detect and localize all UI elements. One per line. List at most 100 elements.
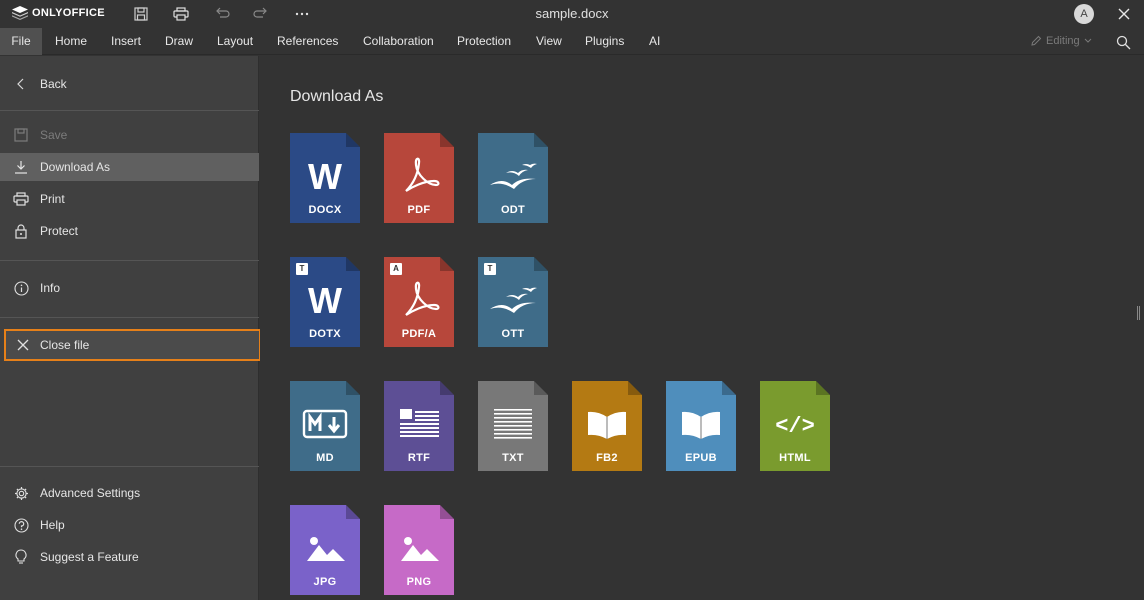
chevron-down-icon [1084, 38, 1091, 43]
redo-icon[interactable] [252, 5, 270, 23]
format-docx-button[interactable]: W DOCX [290, 133, 360, 223]
more-icon[interactable] [293, 5, 311, 23]
search-icon[interactable] [1114, 33, 1132, 51]
back-label: Back [40, 77, 67, 91]
menu-bar: File Home Insert Draw Layout References … [0, 28, 1144, 55]
save-label: Save [40, 128, 68, 142]
svg-text:W: W [308, 280, 342, 321]
suggest-feature-menu-item[interactable]: Suggest a Feature [0, 543, 259, 571]
app-logo: ONLYOFFICE [12, 6, 105, 20]
tab-protection[interactable]: Protection [457, 28, 511, 55]
close-file-label: Close file [40, 338, 90, 352]
suggest-feature-label: Suggest a Feature [40, 550, 139, 564]
print-label: Print [40, 192, 65, 206]
format-badge: T [296, 263, 308, 275]
format-fb2-button[interactable]: FB2 [572, 381, 642, 471]
tab-view[interactable]: View [536, 28, 562, 55]
format-png-button[interactable]: PNG [384, 505, 454, 595]
info-label: Info [40, 281, 61, 295]
format-jpg-button[interactable]: JPG [290, 505, 360, 595]
editing-label: Editing [1046, 35, 1080, 47]
svg-text:W: W [308, 156, 342, 197]
print-icon [13, 191, 29, 207]
tab-home[interactable]: Home [55, 28, 87, 55]
tab-layout[interactable]: Layout [217, 28, 253, 55]
lightbulb-icon [13, 549, 29, 565]
print-menu-item[interactable]: Print [0, 185, 259, 213]
format-label: DOTX [309, 328, 341, 340]
tab-draw[interactable]: Draw [165, 28, 193, 55]
tab-ai[interactable]: AI [649, 28, 660, 55]
scrollbar-grip[interactable] [1137, 306, 1140, 320]
tab-insert[interactable]: Insert [111, 28, 141, 55]
close-icon [15, 337, 31, 353]
tab-references[interactable]: References [277, 28, 338, 55]
save-icon [13, 127, 29, 143]
tab-plugins[interactable]: Plugins [585, 28, 624, 55]
download-icon [13, 159, 29, 175]
format-html-button[interactable]: </> HTML [760, 381, 830, 471]
format-rtf-button[interactable]: RTF [384, 381, 454, 471]
divider [0, 260, 259, 261]
divider [0, 466, 259, 467]
format-label: HTML [779, 452, 811, 464]
vertical-scrollbar[interactable] [1136, 56, 1144, 600]
download-as-heading: Download As [290, 88, 384, 105]
format-label: PDF/A [401, 328, 437, 340]
divider [0, 110, 259, 111]
divider [0, 317, 259, 318]
format-epub-button[interactable]: EPUB [666, 381, 736, 471]
back-button[interactable]: Back [0, 70, 259, 98]
svg-text:</>: </> [775, 414, 815, 439]
format-label: OTT [501, 328, 525, 340]
format-label: ODT [500, 204, 526, 216]
format-odt-button[interactable]: ODT [478, 133, 548, 223]
onlyoffice-logo-icon [12, 6, 28, 20]
format-ott-button[interactable]: T OTT [478, 257, 548, 347]
print-icon[interactable] [172, 5, 190, 23]
file-panel: Back Save Download As Print Protect Info… [0, 56, 261, 600]
help-menu-item[interactable]: Help [0, 511, 259, 539]
protect-label: Protect [40, 224, 79, 238]
tab-file[interactable]: File [0, 28, 42, 55]
help-label: Help [40, 518, 65, 532]
format-badge: A [390, 263, 402, 275]
format-label: DOCX [308, 204, 342, 216]
help-icon [13, 517, 29, 533]
editing-mode-button[interactable]: Editing [1030, 35, 1092, 47]
save-icon[interactable] [132, 5, 150, 23]
lock-icon [13, 223, 29, 239]
format-label: MD [316, 452, 334, 464]
format-dotx-button[interactable]: W T DOTX [290, 257, 360, 347]
download-as-panel: Download As W DOCX PDF ODT W T DOTX A PDF/A T OTT M… [260, 56, 1144, 600]
format-pdf-a-button[interactable]: A PDF/A [384, 257, 454, 347]
format-label: PDF [407, 204, 431, 216]
pencil-icon [1031, 35, 1042, 46]
close-window-icon[interactable] [1115, 5, 1133, 23]
download-as-label: Download As [40, 160, 111, 174]
advanced-settings-menu-item[interactable]: Advanced Settings [0, 479, 259, 507]
format-label: TXT [502, 452, 524, 464]
info-icon [13, 280, 29, 296]
close-file-menu-item[interactable]: Close file [6, 331, 259, 359]
format-label: RTF [407, 452, 431, 464]
gear-icon [13, 485, 29, 501]
format-txt-button[interactable]: TXT [478, 381, 548, 471]
format-pdf-button[interactable]: PDF [384, 133, 454, 223]
format-label: JPG [313, 576, 337, 588]
advanced-settings-label: Advanced Settings [40, 486, 141, 500]
app-brand: ONLYOFFICE [32, 7, 105, 19]
tab-collaboration[interactable]: Collaboration [363, 28, 434, 55]
arrow-left-icon [13, 76, 29, 92]
format-label: EPUB [685, 452, 717, 464]
format-badge: T [484, 263, 496, 275]
avatar[interactable]: A [1074, 4, 1094, 24]
save-menu-item[interactable]: Save [0, 121, 259, 149]
undo-icon[interactable] [213, 5, 231, 23]
format-md-button[interactable]: MD [290, 381, 360, 471]
protect-menu-item[interactable]: Protect [0, 217, 259, 245]
info-menu-item[interactable]: Info [0, 274, 259, 302]
download-as-menu-item[interactable]: Download As [0, 153, 259, 181]
format-label: PNG [406, 576, 432, 588]
title-bar: ONLYOFFICE sample.docx A [0, 0, 1144, 28]
